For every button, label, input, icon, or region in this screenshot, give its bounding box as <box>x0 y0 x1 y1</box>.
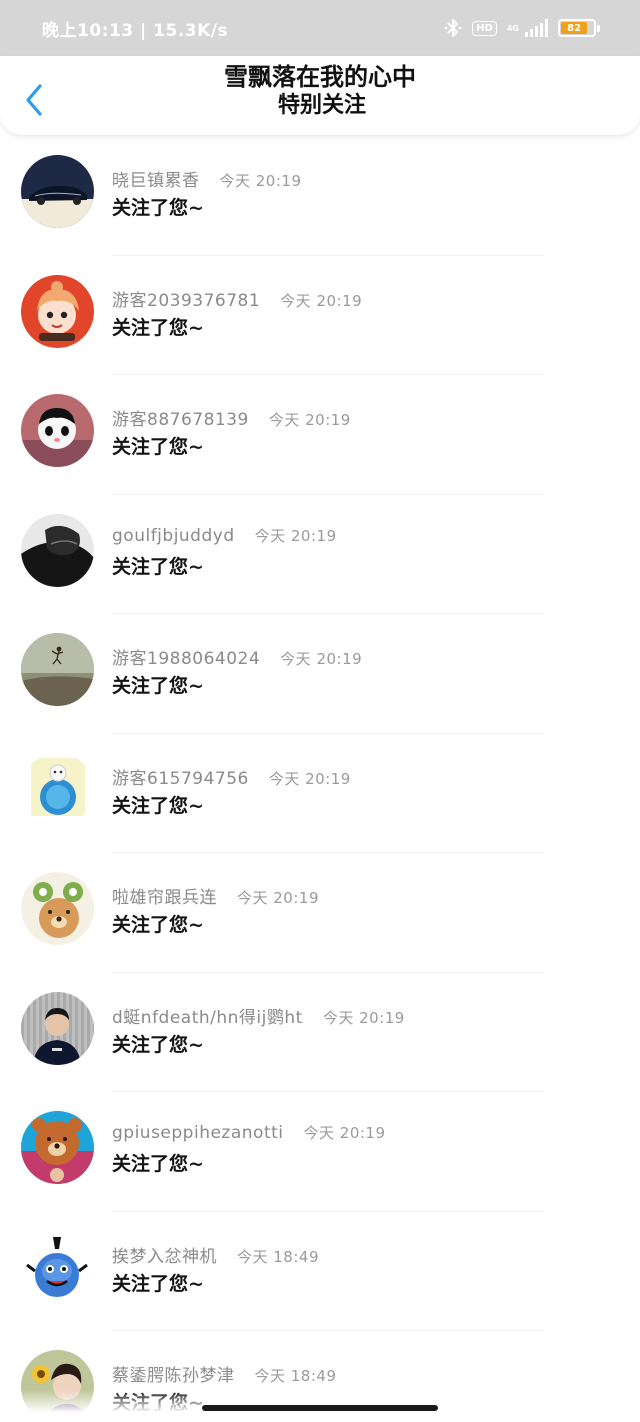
avatar-image <box>21 633 94 706</box>
avatar-image <box>21 872 94 945</box>
list-item[interactable]: gpiuseppihezanotti 今天 20:19 关注了您~ <box>0 1092 640 1212</box>
avatar[interactable] <box>21 1111 94 1184</box>
avatar-image <box>21 752 94 826</box>
username[interactable]: goulfjbjuddyd <box>112 526 235 546</box>
item-meta: 晓巨镇累香 今天 20:19 <box>112 166 302 191</box>
bluetooth-icon <box>444 19 462 37</box>
page-subtitle: 特别关注 <box>277 93 366 118</box>
item-meta: 游客887678139 今天 20:19 <box>112 405 351 430</box>
list-item[interactable]: 挨梦入忿神机 今天 18:49 关注了您~ <box>0 1212 640 1331</box>
follow-message: 关注了您~ <box>112 914 204 936</box>
item-meta: 蔡鋈腭陈孙梦津 今天 18:49 <box>112 1361 337 1386</box>
item-meta: d蜓nfdeath/hn得ij鹦ht 今天 20:19 <box>112 1003 405 1028</box>
list-item[interactable]: 游客615794756 今天 20:19 关注了您~ <box>0 734 640 853</box>
timestamp: 今天 20:19 <box>254 526 337 545</box>
avatar-image <box>21 155 94 228</box>
follow-message: 关注了您~ <box>112 555 204 578</box>
battery-icon: 82 <box>558 19 600 37</box>
username[interactable]: 游客887678139 <box>112 405 249 430</box>
item-meta: 游客1988064024 今天 20:19 <box>112 644 362 669</box>
timestamp: 今天 20:19 <box>219 172 302 190</box>
network-type: 4G <box>506 23 519 33</box>
avatar[interactable] <box>21 872 94 945</box>
hd-badge: HD <box>472 20 497 36</box>
username[interactable]: d蜓nfdeath/hn得ij鹦ht <box>112 1003 303 1028</box>
avatar[interactable] <box>21 1230 94 1304</box>
list-item[interactable]: 游客887678139 今天 20:19 关注了您~ <box>0 375 640 495</box>
follow-message: 关注了您~ <box>112 1272 204 1295</box>
timestamp: 今天 20:19 <box>303 1124 386 1142</box>
home-indicator[interactable] <box>202 1405 438 1411</box>
timestamp: 今天 20:19 <box>237 889 319 907</box>
follow-message: 关注了您~ <box>112 1033 204 1056</box>
page-title: 雪飘落在我的心中 <box>224 63 416 91</box>
follow-list: 晓巨镇累香 今天 20:19 关注了您~ 游客2039376781 今天 20:19 关注… <box>0 136 640 1422</box>
item-meta: 游客615794756 今天 20:19 <box>112 764 351 789</box>
item-meta: 游客2039376781 今天 20:19 <box>112 286 362 311</box>
timestamp: 今天 20:19 <box>280 650 363 668</box>
item-meta: gpiuseppihezanotti 今天 20:19 <box>112 1122 386 1143</box>
status-bar: 晚上10:13 | 15.3K/s HD 4G 82 <box>0 0 640 56</box>
username[interactable]: 游客1988064024 <box>112 644 260 669</box>
item-meta: 啦雄帘跟兵连 今天 20:19 <box>112 883 319 908</box>
timestamp: 今天 20:19 <box>280 291 363 310</box>
status-icons: HD 4G 82 <box>444 17 600 39</box>
battery-level: 82 <box>561 22 588 34</box>
list-item[interactable]: 啦雄帘跟兵连 今天 20:19 关注了您~ <box>0 853 640 973</box>
avatar-image <box>21 991 94 1065</box>
avatar-image <box>21 1111 94 1184</box>
list-item[interactable]: d蜓nfdeath/hn得ij鹦ht 今天 20:19 关注了您~ <box>0 973 640 1092</box>
follow-message: 关注了您~ <box>112 794 204 817</box>
item-meta: 挨梦入忿神机 今天 18:49 <box>112 1242 319 1267</box>
follow-message: 关注了您~ <box>112 436 204 458</box>
page-header: 雪飘落在我的心中 特别关注 <box>0 56 640 136</box>
avatar-image <box>21 394 94 467</box>
status-time-speed: 晚上10:13 | 15.3K/s <box>42 20 229 41</box>
avatar-image <box>21 513 94 587</box>
avatar[interactable] <box>21 513 94 587</box>
avatar[interactable] <box>21 991 94 1065</box>
timestamp: 今天 20:19 <box>268 769 351 788</box>
username[interactable]: 晓巨镇累香 <box>112 166 200 191</box>
list-item[interactable]: 游客2039376781 今天 20:19 关注了您~ <box>0 256 640 375</box>
follow-message: 关注了您~ <box>112 197 204 219</box>
follow-message: 关注了您~ <box>112 1153 204 1175</box>
username[interactable]: 游客2039376781 <box>112 286 260 311</box>
username[interactable]: gpiuseppihezanotti <box>112 1123 284 1143</box>
username[interactable]: 啦雄帘跟兵连 <box>112 883 217 908</box>
follow-message: 关注了您~ <box>112 675 204 697</box>
header-title-block: 雪飘落在我的心中 特别关注 <box>0 62 640 120</box>
avatar[interactable] <box>21 394 94 467</box>
avatar[interactable] <box>21 752 94 826</box>
username[interactable]: 挨梦入忿神机 <box>112 1242 217 1267</box>
list-item[interactable]: 游客1988064024 今天 20:19 关注了您~ <box>0 614 640 734</box>
avatar-image <box>21 1230 94 1304</box>
username[interactable]: 蔡鋈腭陈孙梦津 <box>112 1361 235 1386</box>
username[interactable]: 游客615794756 <box>112 764 249 789</box>
signal-icon <box>525 19 548 37</box>
timestamp: 今天 20:19 <box>322 1008 405 1027</box>
avatar[interactable] <box>21 633 94 706</box>
avatar[interactable] <box>21 274 94 348</box>
avatar[interactable] <box>21 155 94 228</box>
follow-message: 关注了您~ <box>112 316 204 339</box>
list-item[interactable]: 晓巨镇累香 今天 20:19 关注了您~ <box>0 136 640 256</box>
avatar-image <box>21 274 94 348</box>
timestamp: 今天 20:19 <box>268 411 351 429</box>
timestamp: 今天 18:49 <box>237 1247 319 1266</box>
item-meta: goulfjbjuddyd 今天 20:19 <box>112 525 337 546</box>
timestamp: 今天 18:49 <box>254 1367 337 1385</box>
list-item[interactable]: goulfjbjuddyd 今天 20:19 关注了您~ <box>0 495 640 614</box>
